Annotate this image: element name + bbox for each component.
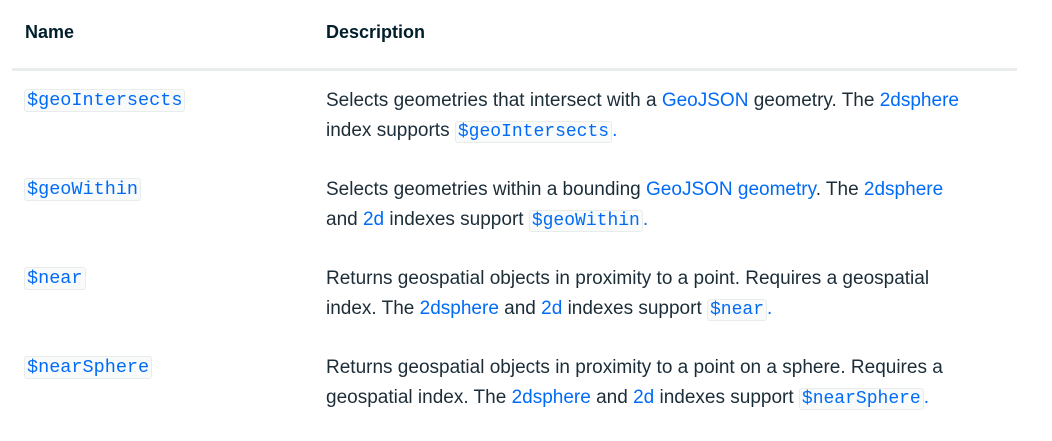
2dsphere-link[interactable]: 2dsphere (864, 179, 943, 200)
geojson-link[interactable]: GeoJSON (662, 90, 749, 111)
description-line: index supports $geoIntersects. (326, 120, 618, 143)
description-line: and 2d indexes support $geoWithin. (326, 209, 649, 232)
table-row: $near Returns geospatial objects in prox… (12, 264, 1017, 344)
table-header: Name Description (12, 0, 1017, 71)
operator-description: Selects geometries within a bounding Geo… (326, 175, 1016, 236)
operator-inline-link[interactable]: $geoWithin (528, 209, 643, 232)
description-line: Returns geospatial objects in proximity … (326, 357, 943, 378)
description-line: Selects geometries that intersect with a… (326, 90, 959, 111)
operator-name: $geoIntersects (24, 86, 186, 116)
operator-link-geointersects[interactable]: $geoIntersects (24, 89, 186, 112)
description-line: index. The 2dsphere and 2d indexes suppo… (326, 298, 773, 321)
table-row: $geoWithin Selects geometries within a b… (12, 175, 1017, 255)
2d-link[interactable]: 2d (633, 387, 654, 408)
description-line: geospatial index. The 2dsphere and 2d in… (326, 387, 930, 410)
column-header-description: Description (326, 22, 426, 42)
operator-inline-link[interactable]: $geoIntersects (454, 120, 613, 143)
geojson-geometry-link[interactable]: GeoJSON geometry (646, 179, 816, 200)
operator-link-nearsphere[interactable]: $nearSphere (24, 356, 153, 379)
2dsphere-link[interactable]: 2dsphere (512, 387, 591, 408)
2d-link[interactable]: 2d (363, 209, 384, 230)
operator-link-near[interactable]: $near (24, 267, 86, 290)
table-row: $geoIntersects Selects geometries that i… (12, 86, 1017, 166)
2dsphere-link[interactable]: 2dsphere (420, 298, 499, 319)
operator-inline-link[interactable]: $nearSphere (798, 387, 924, 410)
operator-name: $near (24, 264, 86, 294)
2dsphere-link[interactable]: 2dsphere (880, 90, 959, 111)
operator-description: Returns geospatial objects in proximity … (326, 264, 1016, 325)
operator-name: $geoWithin (24, 175, 142, 205)
table-row: $nearSphere Returns geospatial objects i… (12, 353, 1017, 433)
column-header-name: Name (25, 22, 75, 42)
operators-table: Name Description $geoIntersects Selects … (12, 0, 1017, 410)
operator-name: $nearSphere (24, 353, 153, 383)
description-line: Returns geospatial objects in proximity … (326, 268, 930, 289)
operator-description: Returns geospatial objects in proximity … (326, 353, 1016, 414)
2d-link[interactable]: 2d (541, 298, 562, 319)
operator-description: Selects geometries that intersect with a… (326, 86, 1016, 147)
description-line: Selects geometries within a bounding Geo… (326, 179, 944, 200)
operator-inline-link[interactable]: $near (707, 298, 768, 321)
operator-link-geowithin[interactable]: $geoWithin (24, 178, 142, 201)
